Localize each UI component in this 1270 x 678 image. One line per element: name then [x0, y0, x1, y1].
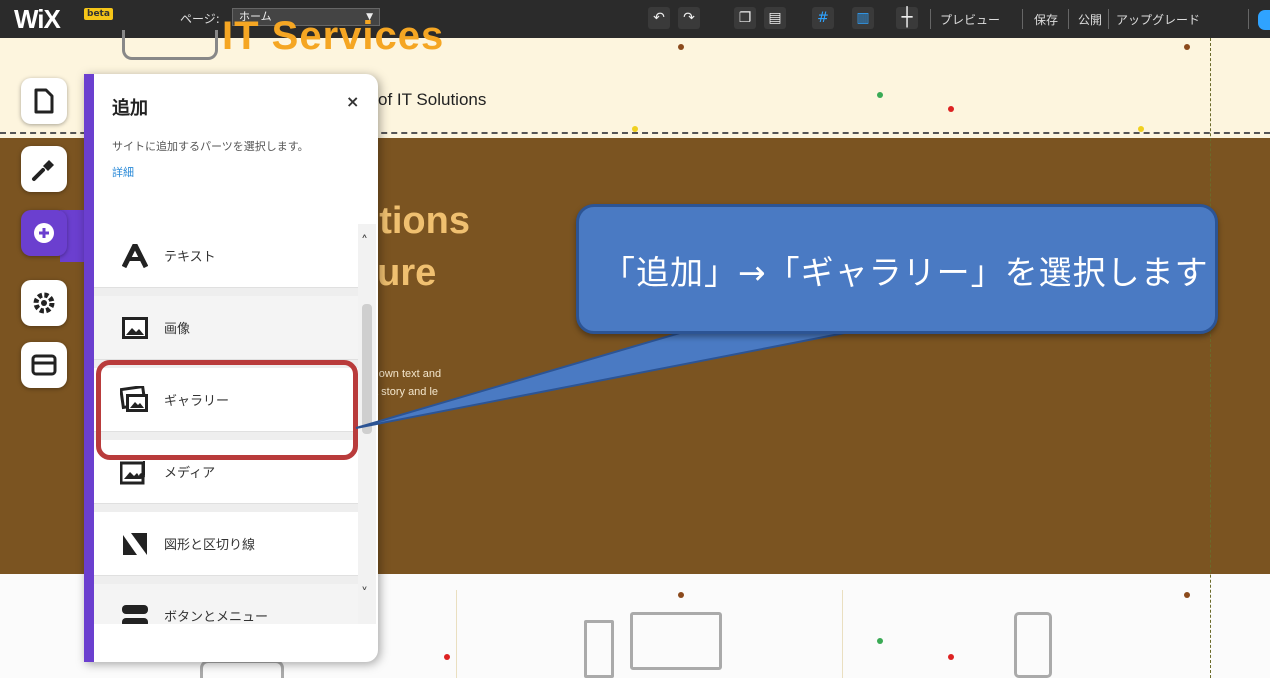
panel-description: サイトに追加するパーツを選択します。 — [112, 140, 309, 153]
save-button[interactable]: 保存 — [1034, 11, 1058, 28]
close-icon[interactable]: × — [346, 92, 359, 111]
decor-dot — [948, 106, 954, 112]
list-item-label: 図形と区切り線 — [164, 538, 256, 553]
add-icon[interactable] — [21, 210, 67, 256]
ruler-icon[interactable]: ┼ — [896, 7, 918, 29]
help-link[interactable]: 詳細 — [112, 164, 134, 180]
list-item-text[interactable]: テキスト — [94, 224, 358, 288]
redo-icon[interactable]: ↷ — [678, 7, 700, 29]
decor-dot — [1184, 44, 1190, 50]
list-item-label: ボタンとメニュー — [164, 610, 269, 624]
store-icon[interactable] — [21, 342, 67, 388]
pages-icon[interactable] — [21, 78, 67, 124]
wix-logo: WiX — [14, 4, 61, 34]
paste-icon[interactable]: ▤ — [764, 7, 786, 29]
help-icon[interactable] — [1258, 10, 1270, 30]
gallery-highlight-box — [96, 360, 358, 460]
monitor-graphic — [630, 612, 722, 670]
shapes-icon — [120, 531, 150, 557]
decor-dot — [877, 638, 883, 644]
list-item-image[interactable]: 画像 — [94, 296, 358, 360]
panel-title: 追加 — [112, 98, 148, 119]
hero-body-line1: r own text and — [372, 368, 442, 380]
list-item-buttons[interactable]: ボタンとメニュー — [94, 584, 358, 624]
chevron-up-icon[interactable]: ˄ — [361, 234, 368, 250]
device-graphic — [200, 660, 284, 678]
toolbar-divider — [930, 9, 931, 29]
list-item-label: メディア — [164, 466, 216, 481]
phone-graphic — [1014, 612, 1052, 678]
list-item-label: 画像 — [164, 322, 191, 337]
panel-accent-bar — [84, 74, 94, 662]
settings-icon[interactable] — [21, 280, 67, 326]
toolbar-divider — [1248, 9, 1249, 29]
decor-dot — [948, 654, 954, 660]
callout-text: 「追加」→「ギャラリー」を選択します — [602, 253, 1209, 292]
decor-dot — [678, 592, 684, 598]
decor-dot — [632, 126, 638, 132]
desktop-tower-graphic — [584, 620, 614, 678]
page-label: ページ: — [180, 12, 220, 26]
decor-dot — [444, 654, 450, 660]
page-guide-line — [1210, 38, 1211, 678]
scrollbar-thumb[interactable] — [362, 304, 372, 434]
site-logo — [122, 30, 218, 60]
media-icon — [120, 459, 150, 485]
site-title: IT Services — [222, 14, 445, 58]
column-divider — [456, 590, 457, 678]
upgrade-button[interactable]: アップグレード — [1116, 11, 1200, 28]
column-divider — [842, 590, 843, 678]
list-item-label: テキスト — [164, 250, 216, 265]
gridlines-icon[interactable]: ▥ — [852, 7, 874, 29]
decor-dot — [678, 44, 684, 50]
image-icon — [120, 315, 150, 341]
decor-dot — [877, 92, 883, 98]
preview-button[interactable]: プレビュー — [940, 11, 1000, 28]
decor-dot — [1138, 126, 1144, 132]
publish-button[interactable]: 公開 — [1078, 11, 1102, 28]
site-subtitle: of IT Solutions — [378, 90, 487, 109]
decor-dot — [1184, 592, 1190, 598]
copy-icon[interactable]: ❐ — [734, 7, 756, 29]
toolbar-divider — [1068, 9, 1069, 29]
list-item-shapes[interactable]: 図形と区切り線 — [94, 512, 358, 576]
hero-body-line2: a story and le — [372, 386, 439, 398]
buttons-icon — [120, 603, 150, 624]
chevron-down-icon[interactable]: ˅ — [361, 586, 368, 602]
text-icon — [120, 243, 150, 269]
grid-icon[interactable]: # — [812, 7, 834, 29]
beta-badge: beta — [84, 8, 113, 20]
toolbar-divider — [1022, 9, 1023, 29]
undo-icon[interactable]: ↶ — [648, 7, 670, 29]
design-icon[interactable] — [21, 146, 67, 192]
toolbar-divider — [1108, 9, 1109, 29]
